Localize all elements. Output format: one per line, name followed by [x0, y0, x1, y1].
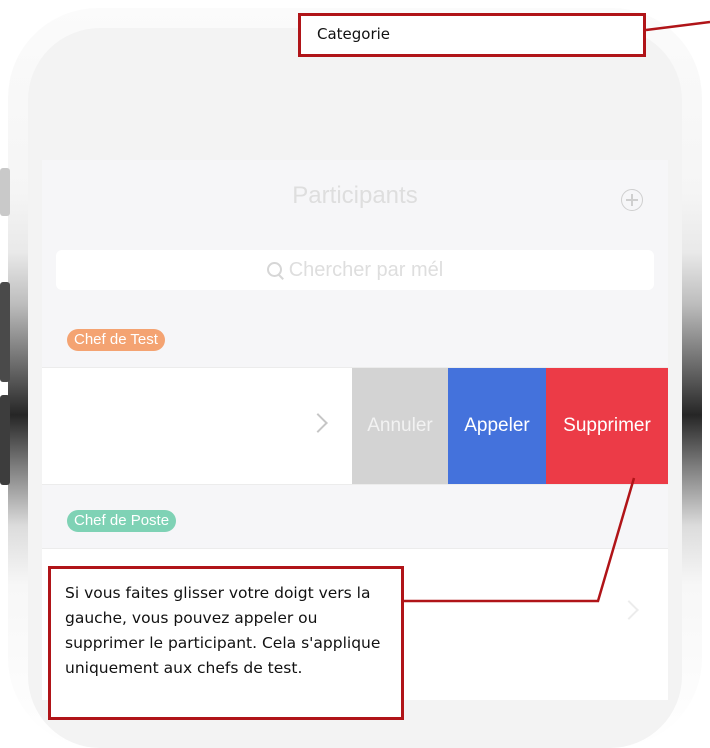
swipe-help-annotation: Si vous faites glisser votre doigt vers … — [48, 566, 404, 720]
search-placeholder: Chercher par mél — [288, 258, 444, 281]
participant-row[interactable]: Annuler Appeler Supprimer — [42, 367, 668, 485]
section-tag-chef-de-poste: Chef de Poste — [67, 510, 177, 532]
chevron-right-icon — [308, 413, 328, 433]
search-icon — [266, 262, 283, 278]
delete-button[interactable]: Supprimer — [546, 368, 668, 484]
call-button[interactable]: Appeler — [448, 368, 546, 484]
cancel-button[interactable]: Annuler — [352, 368, 448, 484]
swipe-actions: Annuler Appeler Supprimer — [352, 368, 668, 484]
add-circle-icon[interactable] — [621, 189, 643, 211]
category-annotation: Categorie — [298, 13, 646, 57]
mute-switch — [0, 168, 10, 216]
page-title: Participants — [292, 182, 418, 209]
search-input[interactable]: Chercher par mél — [56, 250, 654, 290]
volume-up-button — [0, 282, 10, 382]
nav-bar: Participants — [42, 160, 668, 240]
section-tag-chef-de-test: Chef de Test — [67, 329, 165, 351]
chevron-right-icon — [619, 600, 639, 620]
volume-down-button — [0, 395, 10, 485]
